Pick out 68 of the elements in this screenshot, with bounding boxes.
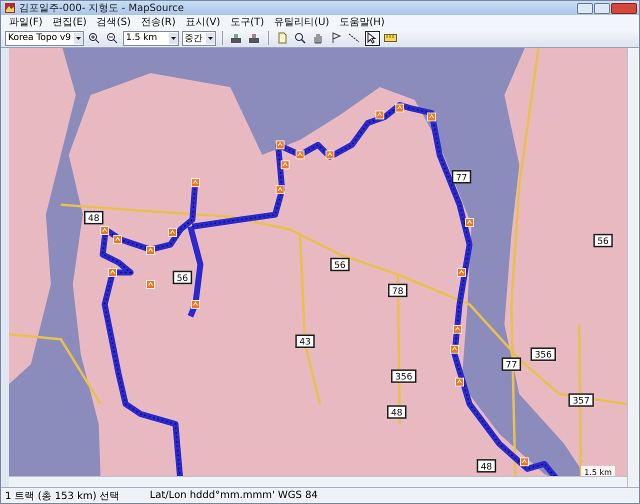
road-shield: 43	[295, 334, 315, 348]
waypoint-icon[interactable]	[280, 160, 290, 170]
hand-icon	[312, 32, 324, 44]
waypoint-icon[interactable]	[520, 457, 529, 466]
window-title: 김포일주-000- 지형도 - MapSource	[19, 2, 185, 15]
waypoint-icon[interactable]	[108, 268, 118, 277]
menu-item[interactable]: 검색(S)	[92, 15, 135, 29]
caret-icon	[206, 32, 215, 44]
zoom-scale-dropdown[interactable]: 1.5 km	[122, 30, 179, 46]
waypoint-icon[interactable]	[450, 344, 459, 354]
tool-button[interactable]	[346, 30, 362, 46]
status-text: Lat/Lon hddd°mm.mmm' WGS 84	[150, 490, 318, 501]
waypoint-icon[interactable]	[395, 104, 404, 112]
road-shield: 77	[452, 170, 472, 184]
device-icon	[248, 32, 260, 44]
waypoint-icon[interactable]	[465, 218, 474, 228]
waypoint-icon[interactable]	[276, 185, 284, 194]
waypoint-icon[interactable]	[100, 226, 110, 235]
road-shield: 356	[391, 369, 416, 383]
status-text: 1 트랙 (총 153 km) 선택	[5, 490, 120, 502]
menu-item[interactable]: 편집(E)	[48, 15, 91, 29]
road-shield: 77	[502, 357, 522, 371]
horizontal-scrollbar[interactable]	[9, 476, 627, 487]
road-shield: 48	[84, 210, 104, 224]
page-icon	[276, 32, 288, 44]
tool-button[interactable]	[364, 30, 380, 46]
maximize-button[interactable]	[594, 2, 610, 14]
caret-icon	[168, 32, 178, 44]
road-shield: 48	[387, 405, 406, 419]
zoom-in-icon	[88, 32, 100, 44]
close-button[interactable]	[611, 2, 637, 14]
road-shield: 56	[593, 234, 613, 248]
device-icon	[230, 32, 242, 44]
tool-button[interactable]	[292, 30, 308, 46]
waypoint-icon[interactable]	[191, 300, 200, 309]
menu-item[interactable]: 유틸리티(U)	[270, 15, 334, 29]
ruler-icon	[384, 34, 397, 42]
pointer-icon	[367, 32, 378, 44]
map-drawing[interactable]	[9, 48, 627, 476]
route-icon	[348, 32, 360, 44]
caret-icon	[74, 32, 83, 44]
menu-item[interactable]: 도구(T)	[226, 15, 268, 29]
minimize-button[interactable]	[577, 2, 593, 14]
road-shield: 48	[476, 459, 496, 473]
menu-item[interactable]: 파일(F)	[5, 15, 47, 29]
app-icon	[5, 3, 15, 13]
road-shield: 356	[530, 347, 556, 361]
detail-dropdown[interactable]: 중간	[182, 30, 216, 46]
road-shield: 357	[568, 393, 594, 407]
road-shield: 56	[330, 258, 350, 272]
menu-item[interactable]: 도움말(H)	[335, 15, 389, 29]
waypoint-icon[interactable]	[113, 235, 122, 244]
flag-icon	[330, 32, 342, 44]
road-shield: 78	[388, 284, 408, 298]
map-product-dropdown[interactable]: Korea Topo v9	[5, 30, 84, 46]
zoom-in-button[interactable]	[86, 30, 102, 46]
vertical-scrollbar[interactable]	[627, 48, 639, 487]
menu-item[interactable]: 표시(V)	[182, 15, 224, 29]
zoom-out-button[interactable]	[104, 30, 120, 46]
waypoint-icon[interactable]	[375, 110, 384, 120]
road-shield: 56	[172, 270, 192, 284]
menu-item[interactable]: 전송(R)	[136, 15, 180, 29]
magnifier-icon	[294, 32, 306, 44]
waypoint-icon[interactable]	[453, 324, 462, 334]
zoom-out-icon	[106, 32, 118, 44]
waypoint-icon[interactable]	[191, 178, 200, 188]
scale-bar: 1.5 km	[581, 466, 616, 476]
waypoint-icon[interactable]	[296, 150, 304, 160]
